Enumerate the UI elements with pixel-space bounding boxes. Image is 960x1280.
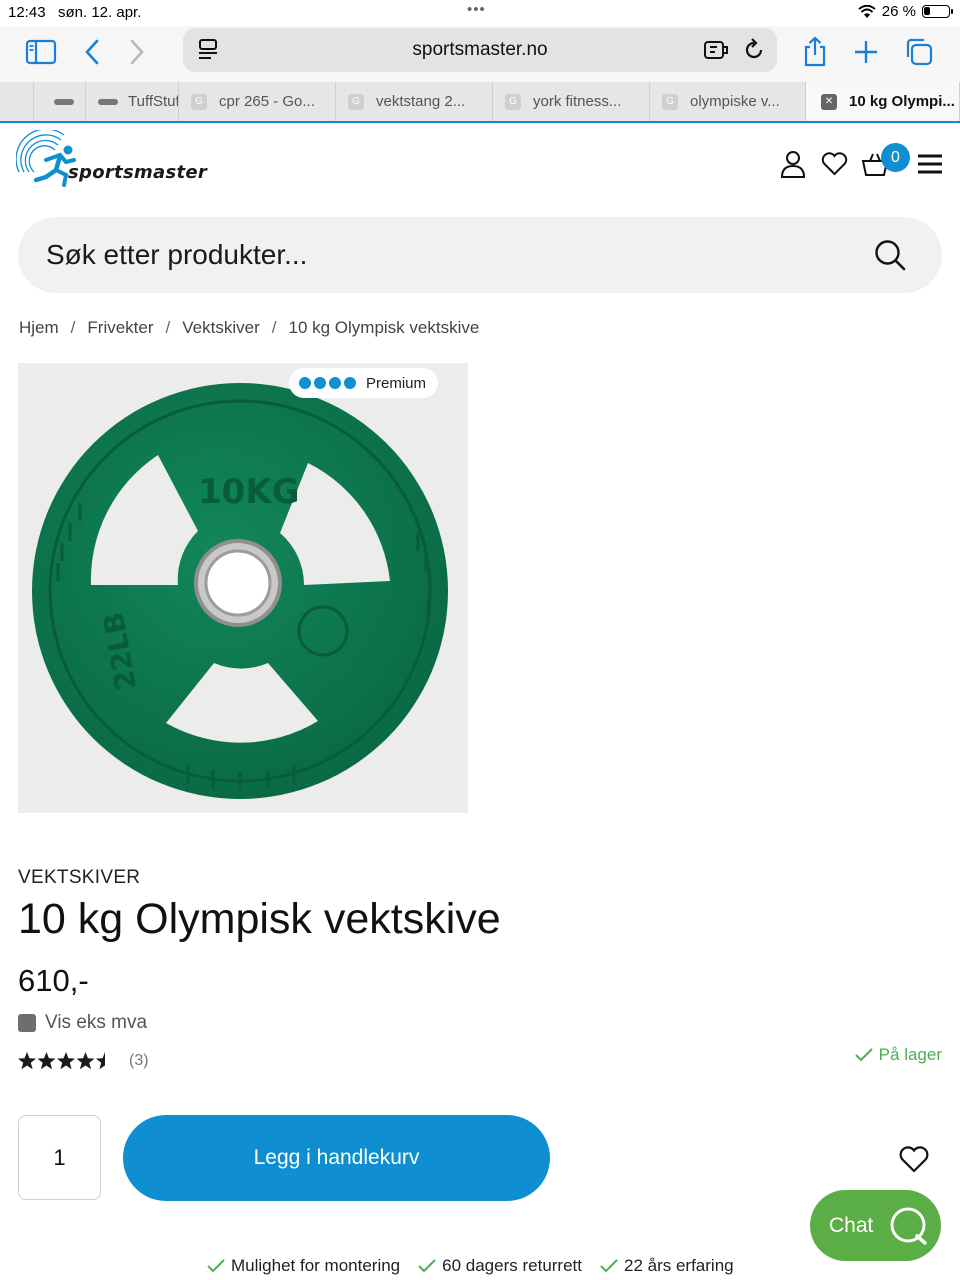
search-input[interactable]	[46, 235, 846, 275]
product-rating[interactable]: (3)	[17, 1051, 149, 1071]
tab-3[interactable]: Gcpr 265 - Go...	[179, 82, 336, 121]
reload-icon[interactable]	[743, 38, 765, 67]
search-bar	[18, 217, 942, 293]
new-tab-icon[interactable]	[848, 34, 884, 70]
tab-label: vektstang 2...	[376, 93, 466, 110]
star-icon	[57, 1052, 75, 1070]
check-icon	[207, 1259, 225, 1273]
check-icon	[854, 1048, 873, 1062]
usp-item: 60 dagers returrett	[418, 1256, 582, 1276]
tab-label: york fitness...	[533, 93, 622, 110]
tabs-overview-icon[interactable]	[901, 34, 937, 70]
usp-label: 60 dagers returrett	[442, 1256, 582, 1275]
google-g-icon: G	[191, 93, 207, 110]
usp-item: 22 års erfaring	[600, 1256, 734, 1276]
breadcrumb-separator: /	[271, 318, 277, 337]
stock-label: På lager	[878, 1045, 942, 1064]
tab-favicon-icon	[98, 98, 118, 105]
product-title: 10 kg Olympisk vektskive	[18, 895, 501, 943]
breadcrumb-current: 10 kg Olympisk vektskive	[288, 318, 480, 337]
tab-label: TuffStuf	[128, 93, 179, 110]
extension-icon[interactable]	[703, 39, 729, 66]
forward-icon[interactable]	[119, 34, 155, 70]
logo-text: sportsmaster	[68, 162, 208, 183]
status-date: søn. 12. apr.	[58, 4, 142, 21]
star-icon	[37, 1052, 56, 1070]
back-icon[interactable]	[74, 34, 110, 70]
status-right: 26 %	[858, 3, 953, 20]
breadcrumb-home[interactable]: Hjem	[19, 318, 59, 338]
tab-favicon-icon	[54, 98, 74, 105]
share-icon[interactable]	[797, 34, 833, 70]
product-category[interactable]: VEKTSKIVER	[18, 867, 140, 889]
breadcrumb: Hjem / Frivekter / Vektskiver / 10 kg Ol…	[19, 318, 479, 338]
tab-pinned[interactable]	[0, 82, 34, 121]
tab-4[interactable]: Gvektstang 2...	[336, 82, 493, 121]
star-icon	[18, 1052, 36, 1070]
chat-bubble-icon	[890, 1207, 928, 1245]
google-g-icon: G	[348, 93, 364, 110]
product-price: 610,-	[18, 963, 89, 998]
tab-label: 10 kg Olympi...	[849, 93, 955, 110]
check-icon	[600, 1259, 618, 1273]
battery-percent: 26 %	[881, 3, 916, 20]
quantity-input[interactable]	[18, 1115, 101, 1200]
stock-status: På lager	[854, 1045, 942, 1065]
usp-item: Mulighet for montering	[207, 1256, 400, 1276]
tab-label: olympiske v...	[690, 93, 780, 110]
vat-toggle[interactable]: Vis eks mva	[18, 1012, 147, 1034]
premium-dots-icon	[299, 377, 356, 389]
tab-bar: TuffStuf Gcpr 265 - Go... Gvektstang 2..…	[0, 82, 960, 123]
chat-button[interactable]: Chat	[810, 1190, 941, 1261]
breadcrumb-separator: /	[165, 318, 171, 337]
rating-count[interactable]: (3)	[129, 1052, 149, 1070]
account-icon[interactable]	[779, 150, 807, 178]
rating-stars-icon	[18, 1052, 105, 1070]
chat-label: Chat	[829, 1213, 874, 1237]
check-icon	[418, 1259, 436, 1273]
browser-toolbar: sportsmaster.no	[0, 26, 960, 82]
breadcrumb-separator: /	[70, 318, 76, 337]
wifi-icon	[858, 4, 876, 18]
usp-label: 22 års erfaring	[624, 1256, 734, 1275]
google-g-icon: G	[505, 93, 521, 110]
battery-icon	[922, 5, 953, 18]
usp-label: Mulighet for montering	[231, 1256, 401, 1275]
star-icon	[76, 1052, 95, 1070]
tab-1[interactable]	[34, 82, 86, 121]
vat-toggle-label: Vis eks mva	[45, 1012, 148, 1033]
menu-icon[interactable]	[916, 150, 944, 178]
weight-plate-image: 10KG 22LB	[32, 383, 448, 799]
premium-badge: Premium	[289, 368, 439, 398]
close-tab-icon[interactable]: ✕	[821, 93, 837, 110]
search-icon[interactable]	[874, 239, 906, 276]
vat-checkbox[interactable]	[18, 1014, 36, 1032]
breadcrumb-frivekter[interactable]: Frivekter	[87, 318, 153, 338]
address-bar[interactable]: sportsmaster.no	[183, 28, 777, 72]
star-icon	[96, 1052, 105, 1070]
add-to-cart-button[interactable]: Legg i handlekurv	[123, 1115, 550, 1201]
premium-label: Premium	[366, 374, 427, 392]
tab-label: cpr 265 - Go...	[219, 93, 315, 110]
google-g-icon: G	[662, 93, 678, 110]
tab-6[interactable]: Golympiske v...	[650, 82, 806, 121]
usp-list: Mulighet for montering 60 dagers returre…	[207, 1256, 734, 1276]
product-image[interactable]: 10KG 22LB	[18, 363, 468, 813]
sidebar-icon[interactable]	[23, 34, 59, 70]
tab-active[interactable]: ✕ 10 kg Olympi...	[806, 82, 960, 121]
status-bar: 12:43 søn. 12. apr. ••• 26 %	[0, 0, 960, 26]
add-to-wishlist-icon[interactable]	[896, 1142, 932, 1176]
tab-5[interactable]: Gyork fitness...	[493, 82, 650, 121]
plate-weight-kg-text: 10KG	[198, 472, 300, 512]
site-logo[interactable]: sportsmaster	[16, 130, 216, 192]
breadcrumb-vektskiver[interactable]: Vektskiver	[182, 318, 259, 338]
cart-count-badge[interactable]: 0	[881, 143, 910, 172]
url-text: sportsmaster.no	[412, 39, 548, 60]
wishlist-icon[interactable]	[820, 150, 848, 178]
status-time: 12:43	[8, 4, 46, 21]
multitasking-dots-icon[interactable]: •••	[467, 1, 486, 18]
tab-2[interactable]: TuffStuf	[86, 82, 179, 121]
battery-fill	[924, 7, 930, 15]
